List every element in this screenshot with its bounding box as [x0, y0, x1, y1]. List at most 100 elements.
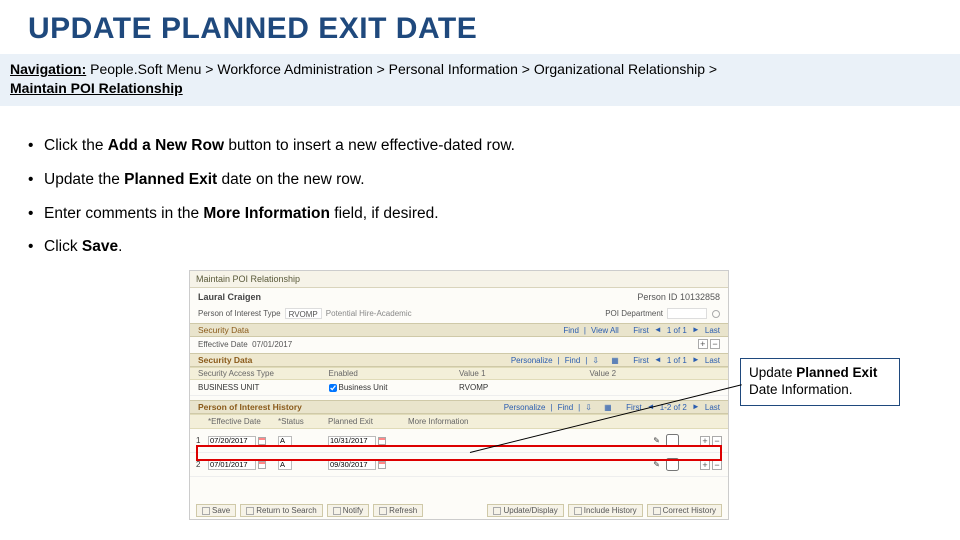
last-link-2[interactable]: Last [705, 356, 720, 365]
eff-date-input[interactable] [208, 436, 256, 446]
col-value2: Value 2 [590, 369, 721, 378]
enabled-checkbox[interactable] [329, 384, 337, 392]
poi-row-num: 2 [196, 460, 208, 469]
download-icon-2[interactable]: ⇩ [585, 403, 592, 412]
last-link[interactable]: Last [705, 326, 720, 335]
download-icon[interactable]: ⇩ [592, 356, 599, 365]
notify-button[interactable]: Notify [327, 504, 369, 517]
bullet-3: Enter comments in the More Information f… [44, 203, 960, 225]
col-more-info: More Information [408, 417, 682, 426]
refresh-button[interactable]: Refresh [373, 504, 423, 517]
bullet-4-text-c: . [118, 238, 122, 255]
delete-row-button[interactable]: − [710, 339, 720, 349]
callout-text-c: Date Information. [749, 382, 853, 397]
add-row-button[interactable]: + [700, 460, 710, 470]
view-all-link[interactable]: View All [591, 326, 619, 335]
ps-page-title: Maintain POI Relationship [190, 271, 728, 288]
include-history-button[interactable]: Include History [568, 504, 643, 517]
update-icon [493, 507, 501, 515]
poi-dept-input[interactable] [667, 308, 707, 319]
delete-row-button[interactable]: − [712, 460, 722, 470]
next-icon[interactable]: ► [692, 326, 700, 334]
row-checkbox[interactable] [666, 434, 679, 447]
bullet-1-text-c: button to insert a new effective-dated r… [224, 137, 515, 154]
bullet-3-text-a: Enter comments in the [44, 205, 203, 222]
col-planned-exit: Planned Exit [328, 417, 408, 426]
bullet-3-bold: More Information [203, 205, 330, 222]
status-input[interactable] [278, 436, 292, 446]
security-grid-row: BUSINESS UNIT Business Unit RVOMP [190, 380, 728, 396]
grid-icon[interactable]: ▦ [611, 356, 619, 365]
bullet-1-bold: Add a New Row [108, 137, 224, 154]
calendar-icon[interactable] [378, 437, 386, 445]
col-value1: Value 1 [459, 369, 590, 378]
poi-dept-label: POI Department [605, 309, 663, 318]
prev-icon[interactable]: ◄ [654, 326, 662, 334]
planned-exit-input[interactable] [328, 460, 376, 470]
refresh-icon [379, 507, 387, 515]
find-link[interactable]: Find [563, 326, 579, 335]
next-icon-3[interactable]: ► [692, 403, 700, 411]
cell-value1[interactable]: RVOMP [459, 383, 488, 392]
instruction-list: Click the Add a New Row button to insert… [0, 121, 960, 258]
correct-history-button[interactable]: Correct History [647, 504, 722, 517]
status-input[interactable] [278, 460, 292, 470]
peoplesoft-screenshot: Maintain POI Relationship Laural Craigen… [189, 270, 729, 520]
add-row-button[interactable]: + [698, 339, 708, 349]
row-counter: 1 of 1 [667, 326, 687, 335]
poi-row-1: 1 ✎ +− [190, 429, 728, 453]
callout-text-bold: Planned Exit [796, 365, 877, 380]
return-button[interactable]: Return to Search [240, 504, 322, 517]
bullet-2-text-c: date on the new row. [217, 171, 364, 188]
grid-title: Security Data [198, 355, 252, 365]
eff-date-input[interactable] [208, 460, 256, 470]
first-link-2[interactable]: First [633, 356, 649, 365]
poi-history-title: Person of Interest History [198, 402, 302, 412]
personalize-link-2[interactable]: Personalize [504, 403, 546, 412]
personalize-link[interactable]: Personalize [511, 356, 553, 365]
comment-icon[interactable]: ✎ [653, 436, 660, 445]
save-button[interactable]: Save [196, 504, 236, 517]
callout-text-a: Update [749, 365, 796, 380]
cell-access-type: BUSINESS UNIT [198, 383, 329, 392]
calendar-icon[interactable] [258, 437, 266, 445]
add-row-button[interactable]: + [700, 436, 710, 446]
include-icon [574, 507, 582, 515]
prev-icon-2[interactable]: ◄ [654, 356, 662, 364]
find-link-2[interactable]: Find [565, 356, 581, 365]
update-display-button[interactable]: Update/Display [487, 504, 563, 517]
security-data-header: Security Data Find | View All First ◄ 1 … [190, 323, 728, 337]
ps-person-id: 10132858 [680, 292, 720, 302]
return-icon [246, 507, 254, 515]
calendar-icon[interactable] [258, 461, 266, 469]
lookup-icon[interactable] [712, 310, 720, 318]
bullet-1-text-a: Click the [44, 137, 108, 154]
row-checkbox[interactable] [666, 458, 679, 471]
bullet-2-bold: Planned Exit [124, 171, 217, 188]
section-label: Security Data [198, 325, 249, 335]
bullet-2: Update the Planned Exit date on the new … [44, 169, 960, 191]
next-icon-2[interactable]: ► [692, 356, 700, 364]
calendar-icon[interactable] [378, 461, 386, 469]
nav-path: People.Soft Menu > Workforce Administrat… [90, 61, 717, 77]
navigation-breadcrumb: Navigation: People.Soft Menu > Workforce… [0, 54, 960, 106]
comment-icon[interactable]: ✎ [653, 460, 660, 469]
col-enabled: Enabled [329, 369, 460, 378]
ps-person-name: Laural Craigen [198, 292, 637, 302]
poi-type-code[interactable]: RVOMP [285, 308, 322, 319]
last-link-3[interactable]: Last [705, 403, 720, 412]
cell-v1-desc: Business Unit [339, 383, 388, 392]
delete-row-button[interactable]: − [712, 436, 722, 446]
eff-date-label: Effective Date [198, 340, 248, 349]
nav-path-last: Maintain POI Relationship [10, 80, 183, 96]
poi-row-2: 2 ✎ +− [190, 453, 728, 477]
col-status: *Status [278, 417, 328, 426]
poi-columns: *Effective Date *Status Planned Exit Mor… [190, 414, 728, 429]
first-link[interactable]: First [633, 326, 649, 335]
security-grid-header: Security Data Personalize | Find | ⇩ ▦ F… [190, 353, 728, 367]
grid-icon-2[interactable]: ▦ [604, 403, 612, 412]
nav-label: Navigation: [10, 61, 86, 77]
notify-icon [333, 507, 341, 515]
find-link-3[interactable]: Find [558, 403, 574, 412]
planned-exit-input[interactable] [328, 436, 376, 446]
